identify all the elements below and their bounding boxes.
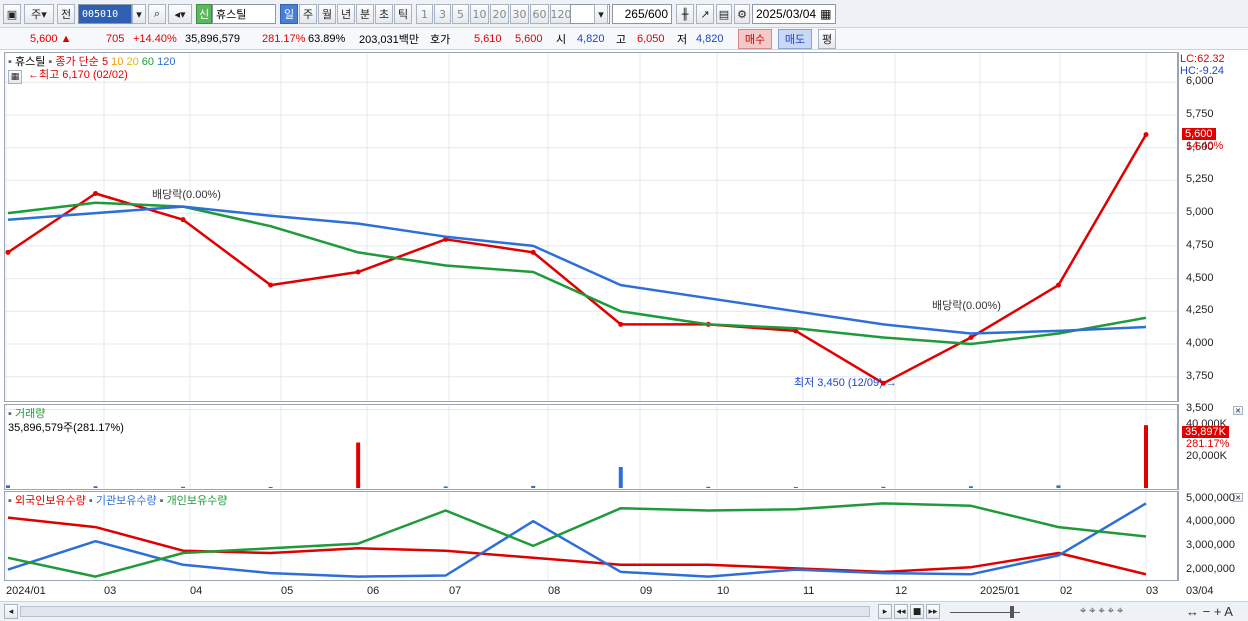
volume-bar-1 bbox=[93, 486, 98, 488]
x-tick-0: 2024/01 bbox=[6, 585, 46, 597]
holdings-legend: ▪ 외국인보유수량 ▪ 기관보유수량 ▪ 개인보유수량 bbox=[8, 495, 228, 507]
legend-institution: 기관보유수량 bbox=[95, 495, 157, 507]
drawing-tools-icon[interactable]: ⌖ ⌖ ⌖ ⌖ ⌖ bbox=[1080, 605, 1123, 618]
low-note-text: 최저 3,450 (12/09) bbox=[794, 377, 883, 389]
zoom-controls-icon[interactable]: ↔ − + A bbox=[1186, 604, 1233, 619]
dividend-note-2-text: 배당락(0.00%) bbox=[932, 300, 1001, 312]
last-price-tag-text: 5,600 bbox=[1185, 128, 1213, 140]
holdings-tick-1: 4,000,000 bbox=[1186, 515, 1235, 528]
dividend-note-1-text: 배당락(0.00%) bbox=[152, 189, 221, 201]
x-tick-2: 04 bbox=[190, 585, 203, 597]
holdings-tick-2: 3,000,000 bbox=[1186, 538, 1235, 551]
volume-value: 35,896,579주(281.17%) bbox=[8, 419, 124, 435]
price-tick-0: 6,000 bbox=[1186, 75, 1214, 88]
scroll-bar[interactable]: ◂ ▸ ◂◂ ■ ▸▸ ⌖ ⌖ ⌖ ⌖ ⌖ ↔ − + A bbox=[0, 601, 1248, 621]
x-tick-11: 2025/01 bbox=[980, 585, 1020, 597]
legend-ma20: 20 bbox=[126, 56, 139, 68]
price-series-0 bbox=[7, 133, 1148, 385]
low-note: 최저 3,450 (12/09) → bbox=[794, 377, 897, 389]
last-pct-tag: 14.40% bbox=[1186, 140, 1223, 152]
lc-value-text: LC:62.32 bbox=[1180, 53, 1225, 65]
price-point-4 bbox=[355, 269, 361, 275]
x-tick-9: 11 bbox=[803, 585, 815, 597]
legend-individual: 개인보유수량 bbox=[166, 495, 228, 507]
volume-bar-10 bbox=[881, 486, 886, 488]
volume-bar-11 bbox=[968, 486, 973, 488]
volume-bar-4 bbox=[356, 442, 361, 488]
volume-bar-6 bbox=[531, 485, 536, 488]
rewind-icon[interactable]: ◂◂ bbox=[894, 604, 908, 619]
volume-value-text: 35,896,579주(281.17%) bbox=[8, 422, 124, 434]
price-point-7 bbox=[618, 321, 624, 327]
x-tick-12: 02 bbox=[1060, 585, 1073, 597]
stop-icon[interactable]: ■ bbox=[910, 604, 924, 619]
vol-tick-20000k: 20,000K bbox=[1186, 450, 1227, 462]
price-point-1 bbox=[93, 191, 99, 196]
volume-close-icon[interactable]: ✕ bbox=[1233, 406, 1243, 415]
high-note-text: 최고 6,170 (02/02) bbox=[39, 69, 128, 81]
price-tick-7: 4,250 bbox=[1186, 304, 1214, 317]
x-tick-7: 09 bbox=[640, 585, 653, 597]
x-tick-10: 12 bbox=[895, 585, 908, 597]
lc-value: LC:62.32 bbox=[1180, 53, 1225, 65]
vol-tick-20000k-text: 20,000K bbox=[1186, 450, 1227, 462]
price-tick-6: 4,500 bbox=[1186, 271, 1214, 284]
price-series-1 bbox=[7, 201, 1147, 346]
price-point-2 bbox=[180, 217, 186, 223]
price-tick-1: 5,750 bbox=[1186, 107, 1214, 120]
volume-tag: 35,897K bbox=[1182, 426, 1229, 438]
volume-pct-tag-text: 281.17% bbox=[1186, 438, 1230, 450]
x-tick-6: 08 bbox=[548, 585, 561, 597]
play-icon[interactable]: ▸▸ bbox=[926, 604, 940, 619]
volume-bar-13 bbox=[1144, 425, 1148, 488]
x-tick-13: 03 bbox=[1146, 585, 1159, 597]
volume-bar-2 bbox=[181, 486, 186, 488]
chart-canvas bbox=[5, 53, 1177, 580]
price-point-3 bbox=[268, 282, 274, 288]
dividend-note-1: 배당락(0.00%) bbox=[152, 186, 221, 202]
last-price-tag: 5,600 bbox=[1182, 128, 1216, 140]
volume-bar-8 bbox=[706, 486, 711, 488]
price-tick-10: 3,500 bbox=[1186, 402, 1214, 415]
price-series-2 bbox=[7, 205, 1147, 335]
volume-bar-12 bbox=[1056, 485, 1061, 488]
price-tick-5: 4,750 bbox=[1186, 238, 1214, 251]
holdings-tick-0: 5,000,000 bbox=[1186, 491, 1235, 504]
x-tick-5: 07 bbox=[449, 585, 462, 597]
holdings-tick-3: 2,000,000 bbox=[1186, 562, 1235, 575]
price-tick-9: 3,750 bbox=[1186, 369, 1214, 382]
volume-tag-text: 35,897K bbox=[1185, 426, 1226, 438]
price-tick-8: 4,000 bbox=[1186, 337, 1214, 349]
volume-bar-5 bbox=[443, 486, 448, 488]
grid-toggle-icon[interactable]: ▦ bbox=[8, 70, 22, 84]
legend-ma60: 60 bbox=[141, 56, 155, 68]
price-point-12 bbox=[1055, 282, 1061, 288]
volume-bar-9 bbox=[793, 486, 798, 488]
price-point-6 bbox=[530, 249, 536, 255]
scroll-right-icon[interactable]: ▸ bbox=[878, 604, 892, 619]
volume-bar-0 bbox=[6, 485, 10, 488]
scroll-left-icon[interactable]: ◂ bbox=[4, 604, 18, 619]
x-tick-1: 03 bbox=[104, 585, 117, 597]
legend-foreign: 외국인보유수량 bbox=[14, 495, 86, 507]
price-tick-3: 5,250 bbox=[1186, 173, 1214, 186]
x-tick-4: 06 bbox=[367, 585, 380, 597]
price-point-11 bbox=[968, 334, 974, 340]
legend-ma120: 120 bbox=[157, 56, 176, 68]
dividend-note-2: 배당락(0.00%) bbox=[932, 297, 1001, 313]
volume-bar-7 bbox=[618, 467, 623, 488]
zoom-slider-thumb[interactable] bbox=[1010, 606, 1014, 618]
x-tick-8: 10 bbox=[717, 585, 730, 597]
scroll-track[interactable] bbox=[20, 606, 870, 617]
volume-bar-3 bbox=[268, 486, 273, 488]
x-tick-14: 03/04 bbox=[1186, 585, 1214, 597]
x-tick-3: 05 bbox=[281, 585, 294, 597]
volume-pct-tag: 281.17% bbox=[1186, 438, 1229, 450]
price-point-13 bbox=[1143, 132, 1149, 138]
last-pct-tag-text: 14.40% bbox=[1186, 140, 1224, 152]
price-tick-4: 5,000 bbox=[1186, 206, 1214, 219]
price-point-0 bbox=[5, 249, 11, 255]
high-note: ←최고 6,170 (02/02) bbox=[28, 69, 128, 81]
